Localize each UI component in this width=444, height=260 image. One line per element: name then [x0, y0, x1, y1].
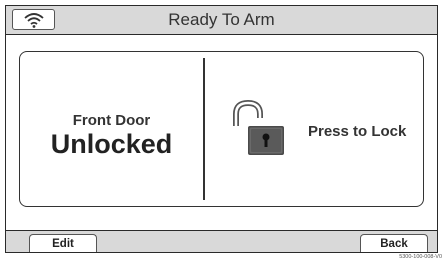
door-lock-panel: Front Door Unlocked Press to Lock: [19, 51, 424, 207]
edit-button[interactable]: Edit: [29, 234, 97, 252]
footer-bar: Edit Back: [6, 230, 437, 252]
back-button[interactable]: Back: [360, 234, 428, 252]
door-lock-state: Unlocked: [50, 129, 173, 159]
door-name: Front Door: [72, 112, 151, 129]
unlocked-padlock-icon: [233, 100, 284, 155]
panel-divider: [203, 58, 205, 200]
system-status-title: Ready To Arm: [168, 10, 275, 29]
press-to-lock-label: Press to Lock: [308, 123, 407, 140]
touchscreen-display: Ready To Arm Front Door Unlocked Press t…: [5, 5, 438, 253]
figure-code: 5300-100-008-V0: [399, 254, 442, 260]
status-header: Ready To Arm: [6, 6, 437, 35]
press-to-lock-button[interactable]: Press to Lock: [208, 58, 416, 200]
